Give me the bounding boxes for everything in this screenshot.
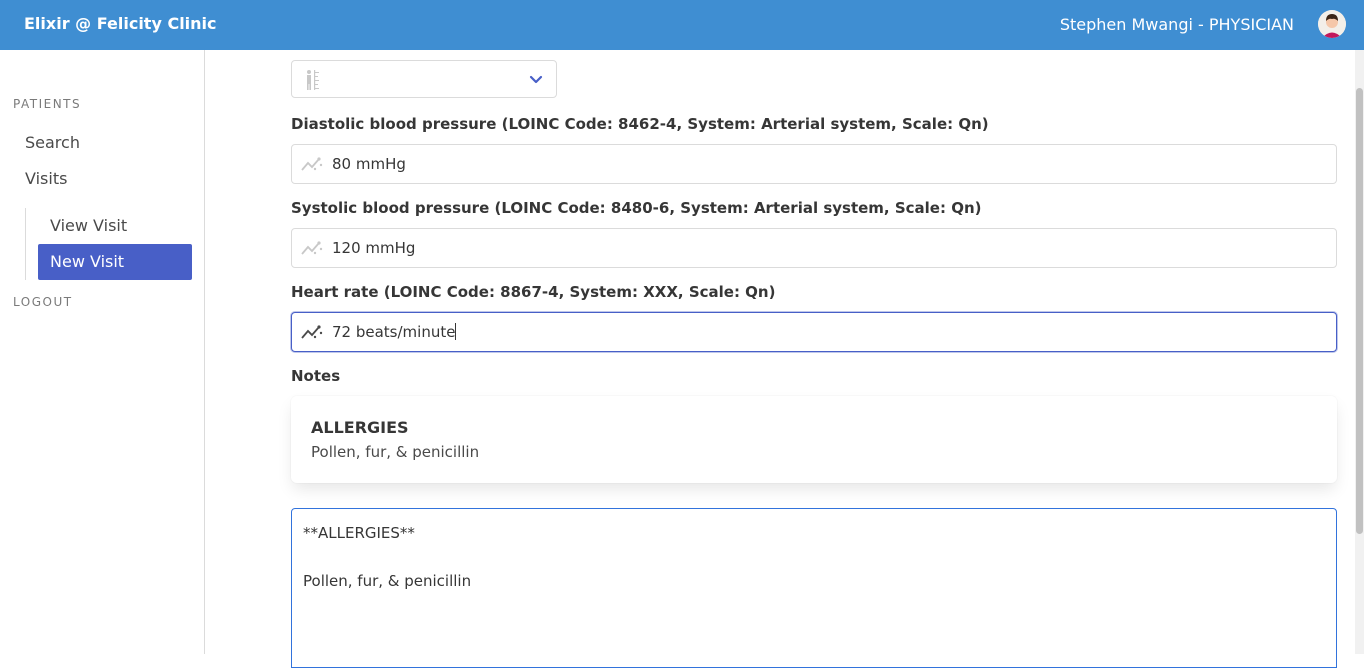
chevron-down-icon[interactable] (529, 75, 543, 85)
chart-line-icon (301, 241, 323, 255)
brand-title[interactable]: Elixir @ Felicity Clinic (24, 14, 217, 33)
sidebar-item-visits[interactable]: Visits (25, 169, 67, 188)
scrollbar-thumb[interactable] (1356, 88, 1363, 534)
measurement-select[interactable] (291, 60, 557, 98)
heart-rate-label: Heart rate (LOINC Code: 8867-4, System: … (291, 283, 776, 301)
sidebar: PATIENTS Search Visits View Visit New Vi… (0, 50, 205, 654)
notes-editor-line-1: **ALLERGIES** (303, 524, 415, 542)
chart-line-icon (301, 325, 323, 339)
main-content: Diastolic blood pressure (LOINC Code: 84… (205, 50, 1359, 668)
notes-label: Notes (291, 367, 341, 385)
avatar-icon (1318, 10, 1346, 38)
text-cursor (455, 323, 457, 340)
heart-rate-input[interactable]: 72 beats/minute (291, 312, 1337, 352)
systolic-input[interactable]: 120 mmHg (291, 228, 1337, 268)
submenu-divider (25, 208, 26, 280)
diastolic-label: Diastolic blood pressure (LOINC Code: 84… (291, 115, 989, 133)
height-ruler-icon (307, 70, 319, 90)
diastolic-input[interactable]: 80 mmHg (291, 144, 1337, 184)
notes-editor-line-2: Pollen, fur, & penicillin (303, 572, 472, 590)
diastolic-value: 80 mmHg (332, 155, 406, 173)
page-scrollbar[interactable] (1355, 50, 1364, 654)
top-navbar: Elixir @ Felicity Clinic Stephen Mwangi … (0, 0, 1364, 50)
notes-preview: ALLERGIES Pollen, fur, & penicillin (291, 396, 1337, 483)
heart-rate-value: 72 beats/minute (332, 323, 456, 341)
menu-label-patients: PATIENTS (13, 97, 82, 111)
sidebar-item-search[interactable]: Search (25, 133, 80, 152)
systolic-value: 120 mmHg (332, 239, 416, 257)
systolic-label: Systolic blood pressure (LOINC Code: 848… (291, 199, 982, 217)
notes-editor[interactable]: **ALLERGIES** Pollen, fur, & penicillin (291, 508, 1337, 668)
user-avatar[interactable] (1318, 10, 1346, 38)
notes-preview-heading: ALLERGIES (311, 418, 409, 437)
notes-preview-body: Pollen, fur, & penicillin (311, 443, 480, 461)
chart-line-icon (301, 157, 323, 171)
sidebar-item-new-visit[interactable]: New Visit (38, 244, 192, 280)
user-name[interactable]: Stephen Mwangi - PHYSICIAN (1060, 15, 1294, 34)
sidebar-item-logout[interactable]: LOGOUT (13, 295, 73, 309)
heart-rate-field-text: 72 beats/minute (332, 323, 457, 341)
sidebar-item-view-visit[interactable]: View Visit (38, 208, 192, 244)
